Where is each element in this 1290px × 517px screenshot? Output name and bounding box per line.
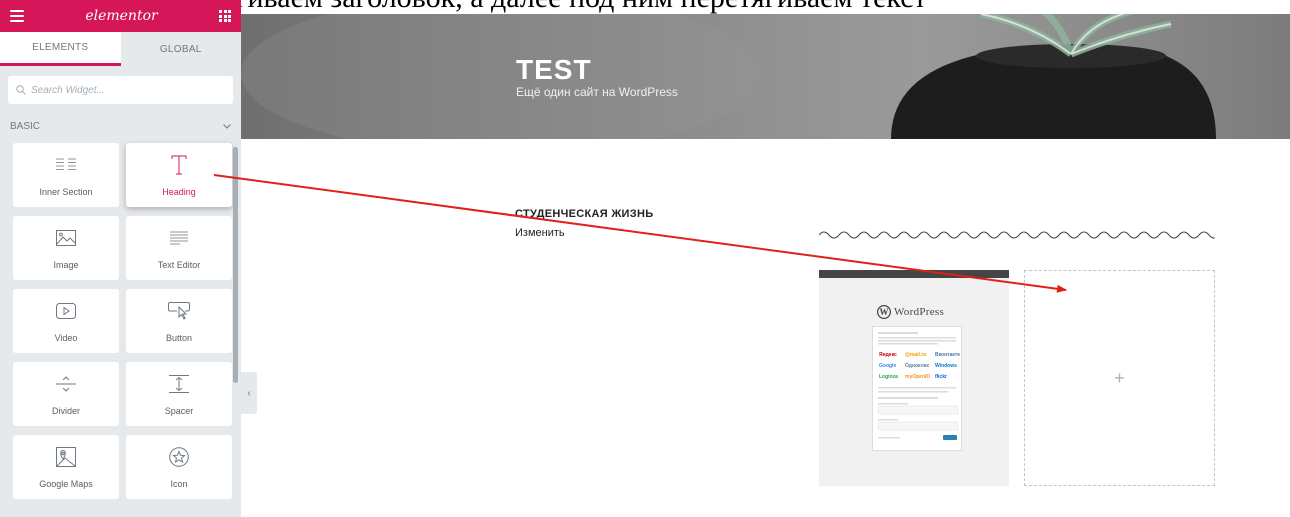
tab-global[interactable]: GLOBAL [120, 32, 241, 66]
chevron-left-icon: ‹ [247, 387, 251, 399]
site-title[interactable]: TEST [516, 54, 592, 86]
widget-label: Divider [51, 406, 80, 416]
drop-zone[interactable]: + [1024, 270, 1215, 486]
search-placeholder: Search Widget... [31, 84, 105, 96]
svg-text:myOpenID: myOpenID [905, 374, 930, 380]
widget-spacer[interactable]: Spacer [126, 362, 232, 426]
widget-text-editor[interactable]: Text Editor [126, 216, 232, 280]
panel-scrollbar[interactable] [233, 147, 238, 383]
widget-label: Inner Section [39, 187, 93, 197]
widget-label: Text Editor [157, 260, 201, 270]
text-editor-icon [170, 225, 188, 251]
widget-label: Heading [162, 187, 196, 197]
wordpress-icon: W [877, 305, 891, 319]
widget-button[interactable]: Button [126, 289, 232, 353]
hamburger-menu-icon[interactable] [10, 10, 24, 22]
video-icon [56, 298, 76, 324]
svg-text:Вконтакте: Вконтакте [935, 352, 960, 358]
heading-icon [171, 152, 187, 178]
wordpress-wordmark: WordPress [894, 306, 945, 318]
widget-grid: Inner Section Heading Image Text Editor … [13, 143, 241, 499]
site-header-banner: TEST Ещё один сайт на WordPress [241, 14, 1290, 139]
panel-collapse-button[interactable]: ‹ [241, 372, 257, 414]
panel-tabs: ELEMENTS GLOBAL [0, 32, 241, 66]
wordpress-logo: W WordPress [877, 305, 944, 319]
add-element-icon[interactable]: + [1114, 368, 1125, 389]
elementor-logo: elementor [85, 8, 158, 24]
widget-label: Image [53, 260, 79, 270]
login-form-preview: Яндекс @mail.ru Вконтакте Google Однокла… [872, 326, 962, 451]
panel-header: elementor [0, 0, 241, 32]
elementor-panel: elementor ELEMENTS GLOBAL Search Widget.… [0, 0, 241, 517]
svg-text:flickr: flickr [935, 374, 947, 380]
spacer-icon [169, 371, 189, 397]
search-icon [16, 85, 26, 95]
plant-image [241, 14, 1216, 139]
image-icon [56, 225, 76, 251]
wavy-divider [819, 231, 1215, 239]
svg-text:@mail.ru: @mail.ru [905, 352, 926, 358]
star-icon [169, 444, 189, 470]
edit-link[interactable]: Изменить [515, 227, 565, 239]
category-basic-toggle[interactable]: BASIC [0, 118, 241, 134]
widget-video[interactable]: Video [13, 289, 119, 353]
svg-text:Одноклас: Одноклас [905, 363, 930, 369]
svg-text:Яндекс: Яндекс [879, 352, 897, 358]
wordpress-login-thumbnail[interactable]: W WordPress Яндекс @mail.ru Вконтакте Go… [819, 270, 1009, 486]
svg-text:W: W [880, 307, 889, 317]
site-tagline: Ещё один сайт на WordPress [516, 85, 678, 99]
widget-google-maps[interactable]: Google Maps [13, 435, 119, 499]
svg-text:Google: Google [879, 363, 896, 369]
widget-label: Google Maps [39, 479, 93, 489]
grid-menu-icon[interactable] [219, 10, 231, 22]
tab-elements[interactable]: ELEMENTS [0, 32, 121, 66]
post-title[interactable]: СТУДЕНЧЕСКАЯ ЖИЗНЬ [515, 208, 653, 220]
svg-text:Windows: Windows [935, 363, 957, 369]
widget-inner-section[interactable]: Inner Section [13, 143, 119, 207]
category-label: BASIC [10, 120, 41, 132]
widget-label: Video [54, 333, 78, 343]
divider-icon [56, 371, 76, 397]
button-icon [168, 298, 190, 324]
chevron-down-icon [223, 123, 231, 129]
widget-divider[interactable]: Divider [13, 362, 119, 426]
widget-label: Button [165, 333, 193, 343]
widget-icon[interactable]: Icon [126, 435, 232, 499]
widget-label: Spacer [164, 406, 194, 416]
google-maps-icon [56, 444, 76, 470]
inner-section-icon [55, 152, 77, 178]
widget-label: Icon [170, 479, 188, 489]
widget-heading[interactable]: Heading [126, 143, 232, 207]
widget-image[interactable]: Image [13, 216, 119, 280]
svg-text:Loginza: Loginza [879, 374, 898, 380]
search-widget-input[interactable]: Search Widget... [8, 76, 233, 104]
